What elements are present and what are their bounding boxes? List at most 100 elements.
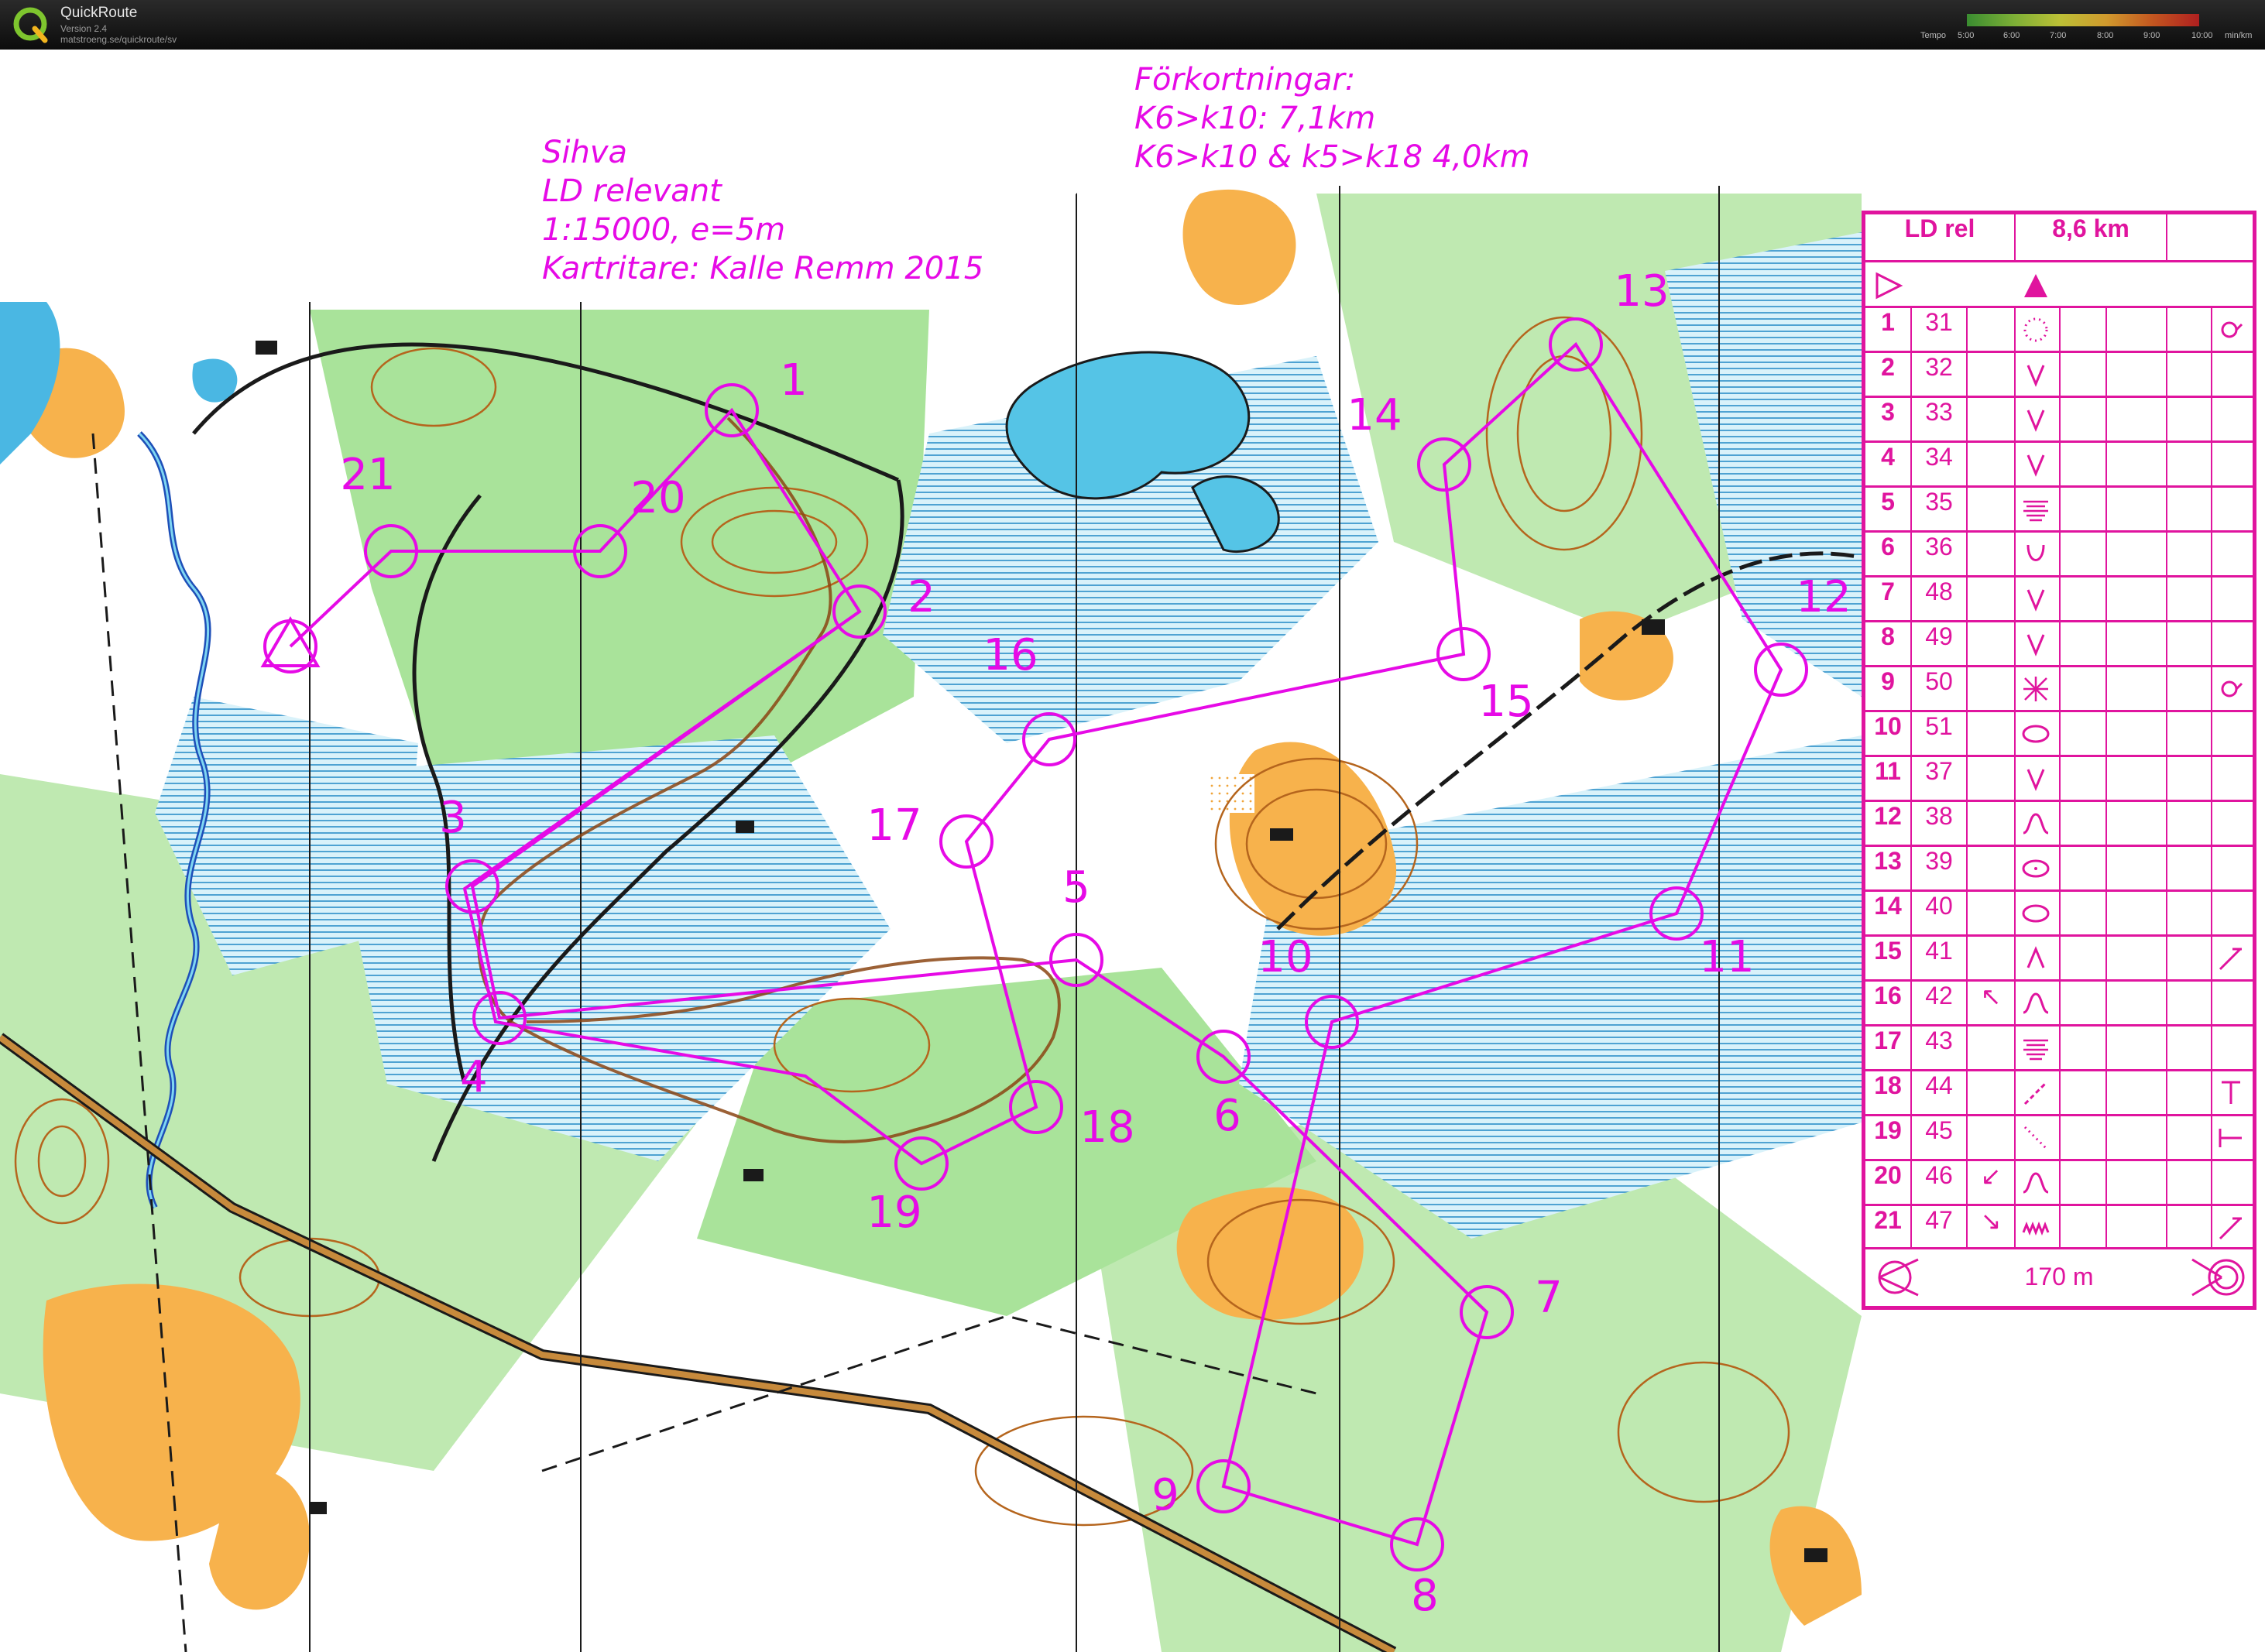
desc-control-number: 10	[1874, 712, 1902, 740]
desc-control-number: 18	[1874, 1071, 1902, 1099]
desc-extra-hook-icon	[2215, 673, 2246, 704]
control-number-21: 21	[340, 450, 395, 500]
desc-control-number: 17	[1874, 1027, 1902, 1054]
tempo-unit: min/km	[2225, 31, 2253, 40]
tempo-tick: 5:00	[1958, 31, 1975, 40]
desc-feature-knoll-icon	[2020, 808, 2051, 839]
app-url[interactable]: matstroeng.se/quickroute/sv	[60, 34, 177, 45]
control-number-5: 5	[1062, 862, 1090, 913]
desc-feature-thicket-icon	[2020, 673, 2051, 704]
desc-control-number: 9	[1881, 667, 1895, 695]
desc-control-code: 51	[1925, 712, 1953, 740]
desc-direction-icon: ↙	[1980, 1162, 2002, 1190]
desc-control-code: 44	[1925, 1071, 1953, 1099]
desc-control-number: 1	[1881, 308, 1895, 336]
desc-row-1: 1 31	[1865, 306, 2253, 351]
tempo-tick: 6:00	[2003, 31, 2020, 40]
start-icon	[1875, 272, 1903, 300]
control-number-9: 9	[1151, 1470, 1179, 1520]
desc-feature-dash-icon	[2020, 1078, 2051, 1109]
desc-control-code: 35	[1925, 488, 1953, 516]
desc-control-number: 12	[1874, 802, 1902, 830]
desc-row-18: 18 44	[1865, 1069, 2253, 1115]
desc-feature-ellipse-icon	[2020, 898, 2051, 929]
desc-control-code: 41	[1925, 937, 1953, 965]
desc-control-number: 13	[1874, 847, 1902, 875]
desc-control-number: 2	[1881, 353, 1895, 381]
desc-control-number: 21	[1874, 1206, 1902, 1234]
desc-length: 8,6 km	[2052, 214, 2129, 242]
tempo-tick: 10:00	[2191, 31, 2213, 40]
control-number-13: 13	[1614, 266, 1669, 317]
desc-control-code: 38	[1925, 802, 1953, 830]
desc-row-21: 21 47 ↘	[1865, 1204, 2253, 1249]
desc-control-number: 6	[1881, 533, 1895, 560]
desc-row-6: 6 36	[1865, 530, 2253, 576]
desc-control-code: 31	[1925, 308, 1953, 336]
control-number-17: 17	[867, 800, 921, 851]
app-toolbar: QuickRoute Version 2.4 matstroeng.se/qui…	[0, 0, 2265, 50]
control-number-4: 4	[460, 1052, 488, 1102]
desc-feature-V-icon	[2020, 359, 2051, 390]
desc-control-number: 11	[1875, 757, 1901, 785]
desc-finish-row: 170 m	[1865, 1247, 2253, 1306]
desc-control-number: 3	[1881, 398, 1895, 426]
desc-event: LD rel	[1904, 214, 1975, 242]
control-number-19: 19	[867, 1188, 921, 1238]
desc-control-code: 32	[1925, 353, 1953, 381]
desc-control-code: 33	[1925, 398, 1953, 426]
desc-row-13: 13 39	[1865, 845, 2253, 890]
map-terrain	[0, 186, 1862, 1652]
desc-row-5: 5 35	[1865, 485, 2253, 531]
control-number-16: 16	[983, 630, 1038, 680]
desc-extra-angle-icon	[2215, 943, 2246, 974]
desc-feature-Λ-icon	[2020, 943, 2051, 974]
desc-header-row: LD rel 8,6 km	[1865, 214, 2253, 260]
app-version: Version 2.4	[60, 23, 108, 34]
tempo-label: Tempo	[1920, 31, 1947, 40]
control-number-18: 18	[1079, 1102, 1134, 1153]
control-number-20: 20	[630, 473, 685, 523]
desc-feature-ellipse-icon	[2020, 718, 2051, 749]
map-subtitle: LD relevant	[542, 173, 722, 209]
desc-row-12: 12 38	[1865, 800, 2253, 845]
control-number-11: 11	[1699, 932, 1754, 982]
desc-control-number: 14	[1874, 892, 1902, 920]
desc-control-number: 5	[1881, 488, 1895, 516]
desc-feature-marsh-icon	[2020, 494, 2051, 525]
map-author: Kartritare: Kalle Remm 2015	[542, 251, 984, 286]
map-title: Sihva	[542, 135, 628, 170]
desc-row-15: 15 41	[1865, 934, 2253, 980]
desc-control-number: 8	[1881, 622, 1895, 650]
finish-icon	[2191, 1258, 2245, 1297]
desc-feature-zigzag-icon	[2020, 1212, 2051, 1243]
desc-feature-V-icon	[2020, 449, 2051, 480]
control-number-7: 7	[1535, 1273, 1563, 1323]
control-description-sheet: LD rel 8,6 km 1 31 2 32 3 33 4 34 5 35 6 36 7 48 8 49 9 5…	[1862, 211, 2256, 1310]
desc-feature-dots-icon	[2020, 1122, 2051, 1153]
tempo-color-scale	[1967, 14, 2199, 26]
desc-row-7: 7 48	[1865, 575, 2253, 621]
desc-feature-V-icon	[2020, 629, 2051, 660]
desc-control-code: 45	[1925, 1116, 1953, 1144]
desc-control-code: 40	[1925, 892, 1953, 920]
desc-row-17: 17 43	[1865, 1024, 2253, 1070]
desc-extra-angle-icon	[2215, 1212, 2246, 1243]
desc-control-code: 48	[1925, 578, 1953, 605]
control-number-10: 10	[1258, 932, 1313, 982]
desc-control-code: 46	[1925, 1161, 1953, 1189]
finish-distance: 170 m	[2024, 1263, 2094, 1290]
start-feature-icon	[2024, 274, 2047, 297]
desc-feature-U-icon	[2020, 539, 2051, 570]
desc-feature-knoll-icon	[2020, 988, 2051, 1019]
control-number-3: 3	[439, 793, 467, 843]
control-number-15: 15	[1478, 677, 1533, 727]
desc-control-number: 20	[1874, 1161, 1902, 1189]
control-number-1: 1	[780, 355, 808, 406]
desc-extra-hook-icon	[2215, 314, 2246, 345]
desc-extra-T-side-icon	[2215, 1122, 2246, 1153]
desc-control-code: 43	[1925, 1027, 1953, 1054]
desc-control-code: 47	[1925, 1206, 1953, 1234]
control-number-2: 2	[908, 572, 935, 622]
map-scale: 1:15000, e=5m	[542, 212, 786, 248]
